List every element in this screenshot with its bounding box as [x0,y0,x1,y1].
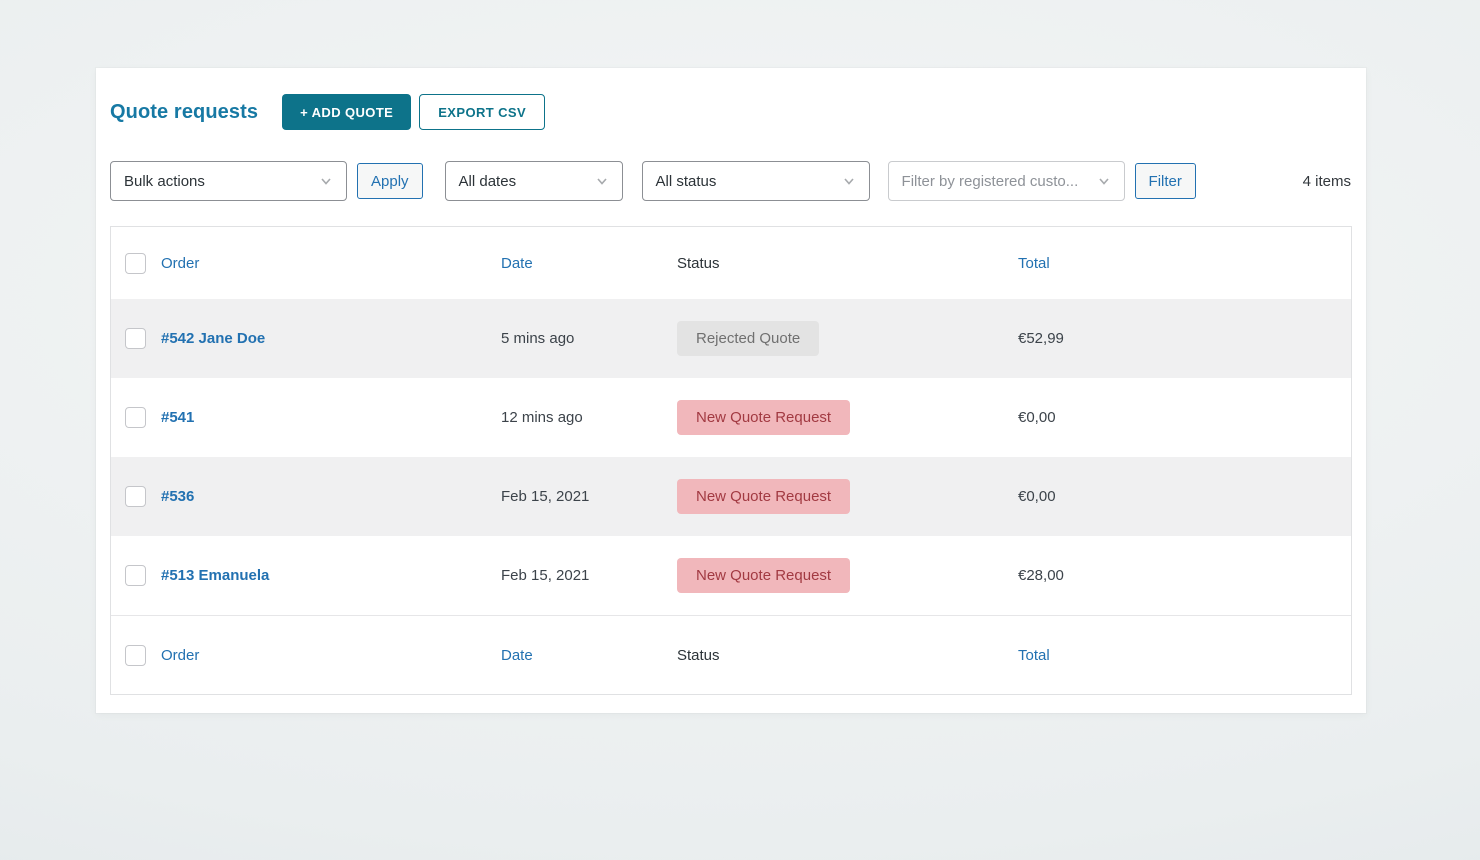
total-cell: €0,00 [1018,488,1337,505]
total-cell: €52,99 [1018,330,1337,347]
add-quote-button[interactable]: + ADD QUOTE [282,94,411,130]
row-checkbox[interactable] [125,565,146,586]
column-header-status: Status [677,255,720,272]
row-checkbox[interactable] [125,486,146,507]
table-row: #536 Feb 15, 2021 New Quote Request €0,0… [111,457,1351,536]
select-all-checkbox[interactable] [125,253,146,274]
date-cell: Feb 15, 2021 [501,488,677,505]
order-link[interactable]: #513 Emanuela [161,567,269,584]
all-dates-value: All dates [459,173,517,190]
chevron-down-icon [318,173,334,189]
apply-button[interactable]: Apply [357,163,423,199]
quote-requests-card: Quote requests + ADD QUOTE EXPORT CSV Bu… [96,68,1366,713]
page-title: Quote requests [110,101,258,124]
date-cell: Feb 15, 2021 [501,567,677,584]
filters-toolbar: Bulk actions Apply All dates All status … [110,161,1352,201]
all-status-value: All status [656,173,717,190]
column-header-total[interactable]: Total [1018,255,1050,272]
column-footer-status: Status [677,647,720,664]
chevron-down-icon [1096,173,1112,189]
row-checkbox[interactable] [125,407,146,428]
bulk-actions-value: Bulk actions [124,173,205,190]
date-cell: 5 mins ago [501,330,677,347]
column-footer-total[interactable]: Total [1018,647,1050,664]
order-link[interactable]: #541 [161,409,194,426]
status-badge: New Quote Request [677,400,850,435]
status-badge: New Quote Request [677,558,850,593]
table-footer-row: Order Date Status Total [111,615,1351,694]
row-checkbox[interactable] [125,328,146,349]
page-header: Quote requests + ADD QUOTE EXPORT CSV [110,94,1352,130]
table-row: #541 12 mins ago New Quote Request €0,00 [111,378,1351,457]
order-link[interactable]: #542 Jane Doe [161,330,265,347]
column-footer-date[interactable]: Date [501,647,533,664]
date-cell: 12 mins ago [501,409,677,426]
items-count: 4 items [1303,173,1352,190]
chevron-down-icon [594,173,610,189]
customer-filter-placeholder: Filter by registered custo... [902,173,1079,190]
column-header-order[interactable]: Order [161,255,199,272]
table-row: #513 Emanuela Feb 15, 2021 New Quote Req… [111,536,1351,615]
customer-filter-select[interactable]: Filter by registered custo... [888,161,1125,201]
total-cell: €28,00 [1018,567,1337,584]
select-all-checkbox[interactable] [125,645,146,666]
all-status-select[interactable]: All status [642,161,870,201]
bulk-actions-select[interactable]: Bulk actions [110,161,347,201]
status-badge: New Quote Request [677,479,850,514]
filter-button[interactable]: Filter [1135,163,1196,199]
export-csv-button[interactable]: EXPORT CSV [419,94,545,130]
table-row: #542 Jane Doe 5 mins ago Rejected Quote … [111,299,1351,378]
chevron-down-icon [841,173,857,189]
column-header-date[interactable]: Date [501,255,533,272]
column-footer-order[interactable]: Order [161,647,199,664]
total-cell: €0,00 [1018,409,1337,426]
quotes-table: Order Date Status Total #542 Jane Doe 5 … [110,226,1352,695]
order-link[interactable]: #536 [161,488,194,505]
status-badge: Rejected Quote [677,321,819,356]
table-header-row: Order Date Status Total [111,227,1351,299]
all-dates-select[interactable]: All dates [445,161,623,201]
